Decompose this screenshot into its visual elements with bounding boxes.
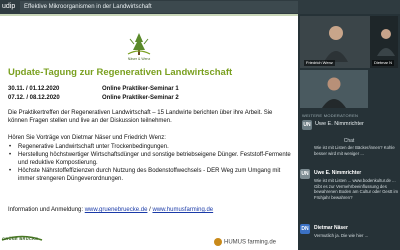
chat-author: Uwe E. Nimmrichter: [314, 170, 362, 176]
avatar: UN: [302, 120, 312, 130]
avatar: UN: [300, 169, 310, 179]
list-item: • Höchste Nährstoffeffizienzen durch Nutz…: [8, 167, 293, 183]
chat-message-text: Vermutlich ja. Die wie hier ...: [314, 233, 369, 238]
person-silhouette-icon: [377, 29, 395, 56]
info-prefix: Information und Anmeldung:: [8, 207, 85, 213]
gruene-bruecke-logo: GRÜNE BRÜCKE: [0, 228, 44, 250]
chat-author: Dietmar Näser: [314, 225, 348, 231]
talks-heading: Hören Sie Vorträge von Dietmar Näser und…: [8, 135, 166, 141]
moderator-item[interactable]: UN Uwe E. Nimmrichter: [300, 119, 398, 131]
seminar-date: 30.11. / 01.12.2020: [8, 86, 60, 92]
chat-message-text: Wie ist mit Listen der Bäcker/innen? Koh…: [314, 145, 395, 156]
info-line: Information und Anmeldung: www.gruenebru…: [8, 206, 293, 214]
list-item-text: Herstellung höchstwertiger Wirtschaftsdü…: [18, 152, 291, 166]
side-panel: Friedrich Wenz Dietmar N WEITERE MODERAT…: [298, 14, 400, 250]
top-bar: udip Effektive Mikroorganismen in der La…: [0, 0, 400, 14]
logo-caption: Näser & Wenz: [127, 57, 151, 61]
list-item: • Herstellung höchstwertiger Wirtschaftsd…: [8, 151, 293, 167]
seminar-date-row: 30.11. / 01.12.2020 Online Praktiker-Sem…: [8, 86, 179, 92]
meeting-tab[interactable]: Effektive Mikroorganismen in der Landwir…: [20, 1, 298, 13]
humus-logo-text: HUMUS farming.de: [224, 239, 277, 246]
talk-list: • Regenerative Landwirtschaft unter Trock…: [8, 143, 293, 183]
gruene-bruecke-caption: GRÜNE BRÜCKE: [2, 236, 39, 241]
avatar: DN: [300, 224, 310, 234]
intro-paragraph: Die Praktikertreffen der Regenerativen L…: [8, 110, 273, 124]
participant-video[interactable]: [300, 70, 368, 108]
list-item: • Regenerative Landwirtschaft unter Trock…: [8, 143, 293, 151]
chat-heading: Chat: [343, 138, 355, 144]
speaker-video[interactable]: Friedrich Wenz Dietmar N: [300, 16, 398, 68]
app-window: udip Effektive Mikroorganismen in der La…: [0, 0, 400, 250]
chat-message: UN Uwe E. Nimmrichter Wie ist mit Listen…: [300, 169, 398, 209]
tree-logo-icon: [127, 33, 151, 55]
meeting-title: Effektive Mikroorganismen in der Landwir…: [24, 4, 152, 10]
seminar-date: 07.12. / 08.12.2020: [8, 95, 60, 101]
humus-farming-logo: HUMUS farming.de: [214, 238, 276, 248]
humusfarming-link[interactable]: www.humusfarming.de: [152, 207, 213, 213]
list-item-text: Regenerative Landwirtschaft unter Trocke…: [18, 144, 169, 150]
naeser-wenz-logo: Näser & Wenz: [124, 30, 154, 66]
app-name: udip: [2, 3, 16, 10]
person-silhouette-icon: [324, 26, 348, 62]
bullet-icon: •: [9, 152, 12, 158]
list-item-text: Höchste Nährstoffeffizienzen durch Nutzu…: [18, 168, 281, 182]
gruenebruecke-link[interactable]: www.gruenebruecke.de: [85, 207, 148, 213]
humus-leaf-icon: [214, 238, 222, 246]
video-name-label: Dietmar N: [372, 60, 395, 66]
moderator-name: Uwe E. Nimmrichter: [315, 121, 364, 127]
presentation-slide: Näser & Wenz Update-Tagung zur Regenerat…: [0, 14, 298, 250]
seminar-date-row: 07.12. / 08.12.2020 Online Praktiker-Sem…: [8, 95, 179, 101]
slide-title: Update-Tagung zur Regenerativen Landwirt…: [8, 67, 233, 78]
video-name-label: Friedrich Wenz: [304, 60, 335, 66]
seminar-name: Online Praktiker-Seminar 1: [102, 86, 179, 92]
person-silhouette-icon: [322, 77, 346, 108]
seminar-name: Online Praktiker-Seminar 2: [102, 95, 179, 101]
chat-message: DN Dietmar Näser Vermutlich ja. Die wie …: [300, 224, 398, 248]
chat-message-text: Wie ist mit Listen ... www.bodenkultur.d…: [314, 178, 399, 200]
bullet-icon: •: [9, 168, 12, 174]
bullet-icon: •: [9, 144, 12, 150]
slide-divider: [0, 14, 298, 16]
moderators-heading: WEITERE MODERATOREN: [302, 113, 359, 118]
